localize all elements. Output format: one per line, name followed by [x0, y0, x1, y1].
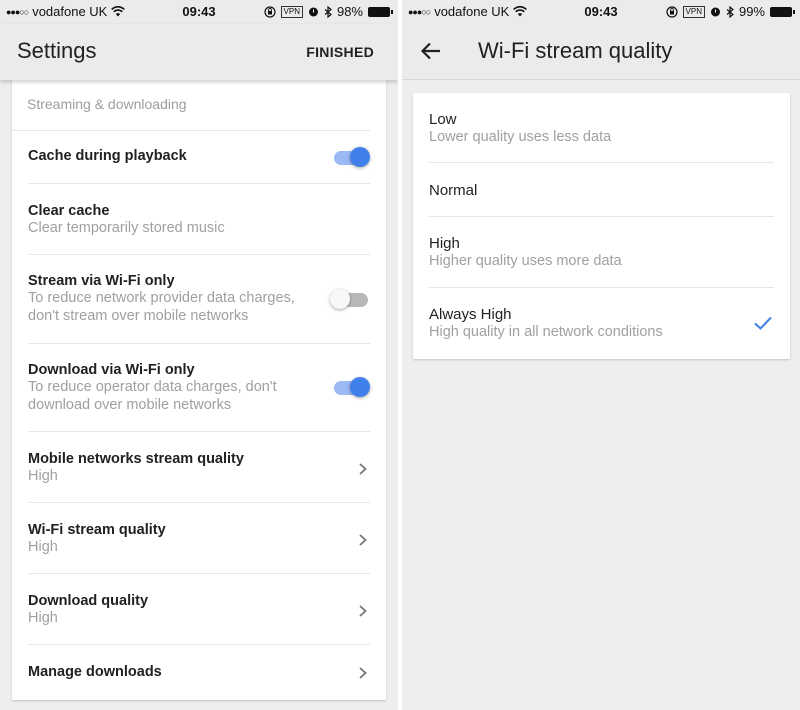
download-via-wifi-only-toggle[interactable]	[330, 375, 370, 399]
option-title: High	[429, 235, 460, 252]
section-header-label: Streaming & downloading	[27, 96, 187, 112]
status-bar: ●●●○○ vodafone UK 09:43 VPN 99%	[402, 0, 800, 24]
battery-icon	[770, 6, 795, 17]
setting-mobile-networks-stream-quality[interactable]: Mobile networks stream quality High	[28, 432, 370, 503]
option-title: Always High	[429, 306, 512, 323]
toggle-thumb	[350, 147, 370, 167]
settings-screen: ●●●○○ vodafone UK 09:43 VPN 98% Settings…	[0, 0, 398, 710]
wifi-icon	[513, 6, 528, 17]
chevron-right-icon	[359, 534, 367, 546]
setting-title: Mobile networks stream quality	[28, 451, 244, 467]
setting-title: Manage downloads	[28, 664, 162, 680]
battery-icon	[368, 6, 393, 17]
setting-title: Cache during playback	[28, 148, 187, 164]
setting-title: Clear cache	[28, 203, 110, 219]
setting-download-via-wifi-only[interactable]: Download via Wi-Fi only To reduce operat…	[28, 344, 370, 432]
setting-manage-downloads[interactable]: Manage downloads	[28, 645, 370, 700]
carrier-name: vodafone UK	[434, 4, 510, 19]
setting-title: Download quality	[28, 593, 149, 609]
signal-strength-icon: ●●●○○	[408, 6, 431, 17]
app-bar: Settings FINISHED	[0, 24, 398, 80]
checkmark-icon	[754, 316, 772, 330]
battery-percent: 99%	[738, 4, 765, 19]
option-subtitle: Lower quality uses less data	[429, 129, 612, 145]
setting-value: High	[28, 539, 58, 555]
bluetooth-icon	[324, 5, 332, 18]
setting-subtitle-line2: download over mobile networks	[28, 397, 232, 413]
page-title: Wi-Fi stream quality	[478, 38, 673, 63]
alarm-icon	[308, 7, 318, 17]
carrier-name: vodafone UK	[32, 4, 108, 19]
setting-subtitle-line1: To reduce network provider data charges,	[28, 290, 295, 306]
toggle-thumb	[350, 377, 370, 397]
rotation-lock-icon	[665, 5, 678, 18]
finished-button[interactable]: FINISHED	[306, 44, 374, 60]
wifi-stream-quality-screen: ●●●○○ vodafone UK 09:43 VPN 99% Wi-Fi st…	[402, 0, 800, 710]
vpn-badge: VPN	[280, 5, 303, 18]
toggle-thumb	[330, 289, 350, 309]
setting-download-quality[interactable]: Download quality High	[28, 574, 370, 645]
arrow-back-icon[interactable]	[418, 38, 444, 64]
settings-card: Streaming & downloading Cache during pla…	[12, 80, 386, 700]
section-header: Streaming & downloading	[12, 80, 370, 131]
option-subtitle: High quality in all network conditions	[429, 324, 663, 340]
setting-subtitle-line1: To reduce operator data charges, don't	[28, 379, 277, 395]
app-bar: Wi-Fi stream quality	[402, 24, 800, 80]
setting-subtitle: Clear temporarily stored music	[28, 220, 225, 236]
signal-strength-icon: ●●●○○	[6, 6, 29, 17]
stream-via-wifi-only-toggle[interactable]	[330, 287, 370, 311]
bluetooth-icon	[726, 5, 734, 18]
setting-wifi-stream-quality[interactable]: Wi-Fi stream quality High	[28, 503, 370, 574]
quality-option-normal[interactable]: Normal	[429, 163, 774, 217]
chevron-right-icon	[359, 463, 367, 475]
setting-stream-via-wifi-only[interactable]: Stream via Wi-Fi only To reduce network …	[28, 255, 370, 344]
quality-options-card: Low Lower quality uses less data Normal …	[413, 93, 790, 359]
setting-subtitle-line2: don't stream over mobile networks	[28, 308, 249, 324]
quality-option-low[interactable]: Low Lower quality uses less data	[429, 93, 774, 163]
option-title: Low	[429, 111, 457, 128]
setting-title: Download via Wi-Fi only	[28, 362, 195, 378]
setting-value: High	[28, 468, 58, 484]
status-bar: ●●●○○ vodafone UK 09:43 VPN 98%	[0, 0, 398, 24]
chevron-right-icon	[359, 605, 367, 617]
quality-option-always-high[interactable]: Always High High quality in all network …	[429, 288, 774, 359]
vpn-badge: VPN	[682, 5, 705, 18]
chevron-right-icon	[359, 667, 367, 679]
setting-title: Stream via Wi-Fi only	[28, 273, 175, 289]
cache-during-playback-toggle[interactable]	[330, 145, 370, 169]
option-title: Normal	[429, 182, 478, 199]
setting-cache-during-playback[interactable]: Cache during playback	[28, 131, 370, 184]
rotation-lock-icon	[263, 5, 276, 18]
setting-title: Wi-Fi stream quality	[28, 522, 166, 538]
option-subtitle: Higher quality uses more data	[429, 253, 622, 269]
battery-percent: 98%	[336, 4, 363, 19]
setting-value: High	[28, 610, 58, 626]
page-title: Settings	[17, 38, 97, 63]
alarm-icon	[710, 7, 720, 17]
quality-option-high[interactable]: High Higher quality uses more data	[429, 217, 774, 288]
setting-clear-cache[interactable]: Clear cache Clear temporarily stored mus…	[28, 184, 370, 255]
wifi-icon	[111, 6, 126, 17]
